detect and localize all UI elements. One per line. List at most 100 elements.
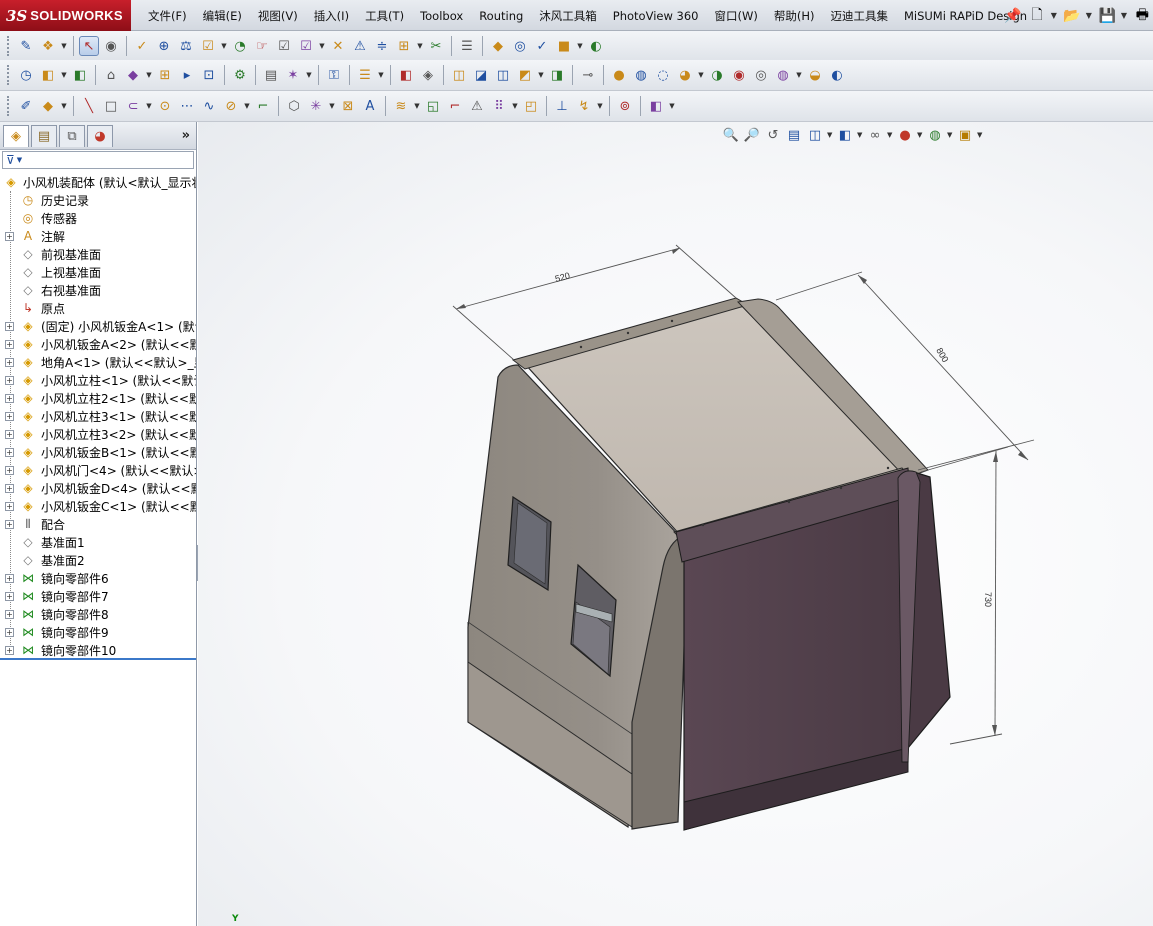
- menu-item[interactable]: 插入(I): [306, 5, 357, 27]
- menu-item[interactable]: 帮助(H): [766, 5, 823, 27]
- toolbar-tool-icon[interactable]: ◧: [646, 96, 666, 116]
- toolbar-tool-icon[interactable]: ⊥: [552, 96, 572, 116]
- filter-dropdown-icon[interactable]: ▼: [17, 156, 22, 164]
- menu-item[interactable]: 视图(V): [250, 5, 306, 27]
- tree-item[interactable]: + ◈ 小风机立柱3<2> (默认<<默认>_显示状态 1>): [0, 425, 196, 443]
- tree-item[interactable]: + ◈ (固定) 小风机钣金A<1> (默认<<默认>_显示状态 1>): [0, 317, 196, 335]
- toolbar-tool-icon[interactable]: ☑: [198, 36, 218, 56]
- menu-item[interactable]: 工具(T): [357, 5, 412, 27]
- toolbar-dropdown-icon[interactable]: ▼: [511, 102, 519, 110]
- toolbar-tool-icon[interactable]: ◧: [70, 65, 90, 85]
- toolbar-dropdown-icon[interactable]: ▼: [416, 42, 424, 50]
- tree-item[interactable]: ◷ 历史记录: [0, 191, 196, 209]
- expand-icon[interactable]: +: [5, 501, 14, 511]
- toolbar-tool-icon[interactable]: ☑: [274, 36, 294, 56]
- toolbar-grip[interactable]: [7, 96, 11, 116]
- toolbar-dropdown-icon[interactable]: ▼: [537, 71, 545, 79]
- toolbar-dropdown-icon[interactable]: ▼: [305, 71, 313, 79]
- toolbar-tool-icon[interactable]: ●: [609, 65, 629, 85]
- toolbar-tool-icon[interactable]: ◫: [493, 65, 513, 85]
- toolbar-dropdown-icon[interactable]: ▼: [318, 42, 326, 50]
- tree-item[interactable]: ◇ 上视基准面: [0, 263, 196, 281]
- toolbar-tool-icon[interactable]: ⊕: [154, 36, 174, 56]
- toolbar-tool-icon[interactable]: ◨: [547, 65, 567, 85]
- tree-item[interactable]: + ◈ 小风机门<4> (默认<<默认>_显示状态 1>): [0, 461, 196, 479]
- expand-icon[interactable]: +: [5, 375, 14, 385]
- toolbar-tool-icon[interactable]: ⊘: [221, 96, 241, 116]
- toolbar-tool-icon[interactable]: ✓: [132, 36, 152, 56]
- toolbar-tool-icon[interactable]: ◆: [123, 65, 143, 85]
- panel-more-button[interactable]: »: [182, 128, 190, 143]
- save-dropdown[interactable]: ▼: [1121, 11, 1129, 20]
- toolbar-tool-icon[interactable]: ✳: [306, 96, 326, 116]
- tree-item[interactable]: + ⋈ 镜向零部件8: [0, 605, 196, 623]
- toolbar-tool-icon[interactable]: ✐: [16, 96, 36, 116]
- toolbar-tool-icon[interactable]: ╲: [79, 96, 99, 116]
- open-folder-icon[interactable]: 📂: [1061, 5, 1082, 27]
- dimension-width-label[interactable]: 520: [554, 270, 571, 284]
- toolbar-tool-icon[interactable]: ◧: [396, 65, 416, 85]
- toolbar-grip[interactable]: [7, 65, 11, 85]
- toolbar-dropdown-icon[interactable]: ▼: [328, 102, 336, 110]
- toolbar-tool-icon[interactable]: ◌: [653, 65, 673, 85]
- toolbar-dropdown-icon[interactable]: ▼: [668, 102, 676, 110]
- toolbar-tool-icon[interactable]: ⚖: [176, 36, 196, 56]
- expand-icon[interactable]: +: [5, 231, 14, 241]
- toolbar-tool-icon[interactable]: ◒: [805, 65, 825, 85]
- toolbar-dropdown-icon[interactable]: ▼: [596, 102, 604, 110]
- toolbar-tool-icon[interactable]: ☞: [252, 36, 272, 56]
- toolbar-tool-icon[interactable]: ◷: [16, 65, 36, 85]
- toolbar-tool-icon[interactable]: ⚠: [467, 96, 487, 116]
- toolbar-tool-icon[interactable]: ≑: [372, 36, 392, 56]
- toolbar-dropdown-icon[interactable]: ▼: [697, 71, 705, 79]
- toolbar-tool-icon[interactable]: ≋: [391, 96, 411, 116]
- toolbar-tool-icon[interactable]: ◍: [631, 65, 651, 85]
- toolbar-tool-icon[interactable]: ⊸: [578, 65, 598, 85]
- toolbar-dropdown-icon[interactable]: ▼: [576, 42, 584, 50]
- tree-filter[interactable]: ⊽ ▼: [2, 151, 194, 169]
- toolbar-tool-icon[interactable]: ↖: [79, 36, 99, 56]
- toolbar-tool-icon[interactable]: ☰: [457, 36, 477, 56]
- menu-item[interactable]: 编辑(E): [195, 5, 250, 27]
- tree-item[interactable]: + ◈ 小风机钣金B<1> (默认<<默认>_显示状态 1>): [0, 443, 196, 461]
- display-manager-icon[interactable]: ◕: [87, 124, 113, 147]
- toolbar-tool-icon[interactable]: ⚿: [324, 65, 344, 85]
- tree-item[interactable]: + ◈ 小风机钣金D<4> (默认<<默认>_显示状态 1>): [0, 479, 196, 497]
- toolbar-tool-icon[interactable]: ◍: [773, 65, 793, 85]
- tree-item[interactable]: + ⋈ 镜向零部件10: [0, 641, 196, 659]
- toolbar-dropdown-icon[interactable]: ▼: [145, 71, 153, 79]
- toolbar-tool-icon[interactable]: ◐: [586, 36, 606, 56]
- tree-item[interactable]: + ⋈ 镜向零部件9: [0, 623, 196, 641]
- dimension-height-label[interactable]: 730: [983, 592, 993, 607]
- toolbar-tool-icon[interactable]: ◔: [230, 36, 250, 56]
- tree-item[interactable]: + ◈ 小风机立柱<1> (默认<<默认>_显示状态 1>): [0, 371, 196, 389]
- tree-item[interactable]: ◇ 基准面1: [0, 533, 196, 551]
- menu-item[interactable]: Toolbox: [412, 5, 471, 27]
- tree-item[interactable]: + ◈ 小风机钣金A<2> (默认<<默认>_显示状态 1>): [0, 335, 196, 353]
- toolbar-tool-icon[interactable]: ◪: [471, 65, 491, 85]
- toolbar-tool-icon[interactable]: ✎: [16, 36, 36, 56]
- toolbar-tool-icon[interactable]: ⋯: [177, 96, 197, 116]
- toolbar-dropdown-icon[interactable]: ▼: [795, 71, 803, 79]
- toolbar-tool-icon[interactable]: ☑: [296, 36, 316, 56]
- expand-icon[interactable]: +: [5, 627, 14, 637]
- assembly-model[interactable]: 520 800 730: [198, 122, 1153, 926]
- tree-item[interactable]: ◇ 右视基准面: [0, 281, 196, 299]
- toolbar-tool-icon[interactable]: ◐: [827, 65, 847, 85]
- toolbar-tool-icon[interactable]: ◆: [38, 96, 58, 116]
- tree-item[interactable]: + ◈ 小风机立柱3<1> (默认<<默认>_显示状态 1>): [0, 407, 196, 425]
- tree-root-assembly[interactable]: ◈ 小风机装配体 (默认<默认_显示状态-1>): [0, 173, 196, 191]
- toolbar-dropdown-icon[interactable]: ▼: [60, 71, 68, 79]
- toolbar-dropdown-icon[interactable]: ▼: [60, 42, 68, 50]
- save-icon[interactable]: 💾: [1097, 5, 1118, 27]
- feature-manager-icon[interactable]: ◈: [3, 124, 29, 147]
- toolbar-tool-icon[interactable]: ❖: [38, 36, 58, 56]
- expand-icon[interactable]: +: [5, 609, 14, 619]
- toolbar-tool-icon[interactable]: A: [360, 96, 380, 116]
- tree-item[interactable]: + ◈ 小风机立柱2<1> (默认<<默认>_显示状态 1>): [0, 389, 196, 407]
- toolbar-tool-icon[interactable]: ◕: [675, 65, 695, 85]
- toolbar-grip[interactable]: [7, 36, 11, 56]
- tree-item[interactable]: + A 注解: [0, 227, 196, 245]
- toolbar-tool-icon[interactable]: ⊙: [155, 96, 175, 116]
- expand-icon[interactable]: +: [5, 573, 14, 583]
